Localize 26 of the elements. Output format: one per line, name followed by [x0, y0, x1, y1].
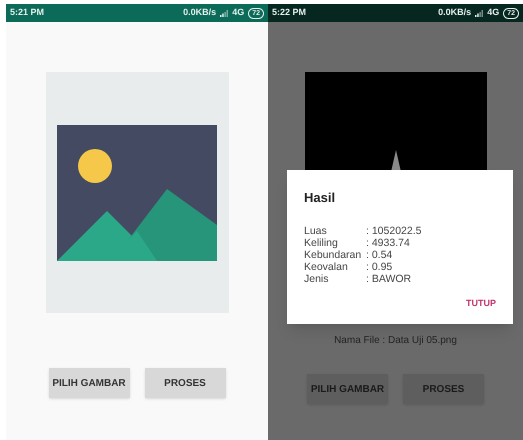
- result-value: : 0.95: [366, 260, 394, 272]
- process-button[interactable]: PROSES: [144, 368, 226, 398]
- choose-image-button[interactable]: PILIH GAMBAR: [48, 368, 130, 398]
- network-type: 4G: [232, 6, 244, 20]
- result-value: : 0.54: [366, 248, 394, 260]
- result-value: : BAWOR: [366, 272, 412, 284]
- image-placeholder-icon: [57, 124, 217, 260]
- result-label: Kebundaran: [304, 248, 362, 260]
- network-speed: 0.0KB/s: [438, 6, 472, 20]
- network-speed: 0.0KB/s: [183, 6, 216, 20]
- signal-icon: [220, 10, 228, 16]
- result-label: Luas: [304, 224, 328, 236]
- result-label: Keovalan: [304, 260, 349, 272]
- status-time: 5:22 PM: [272, 6, 306, 20]
- choose-image-button[interactable]: PILIH GAMBAR: [307, 374, 388, 404]
- status-time: 5:21 PM: [10, 6, 44, 20]
- network-type: 4G: [487, 6, 500, 20]
- close-button[interactable]: TUTUP: [466, 296, 496, 310]
- result-label: Keliling: [304, 236, 339, 248]
- process-button[interactable]: PROSES: [403, 374, 484, 404]
- dialog-title: Hasil: [304, 189, 336, 207]
- signal-icon: [475, 10, 484, 16]
- result-value: : 1052022.5: [366, 224, 422, 236]
- result-value: : 4933.74: [366, 236, 411, 248]
- result-label: Jenis: [304, 272, 330, 284]
- file-name: Nama File : Data Uji 05.png: [334, 334, 457, 348]
